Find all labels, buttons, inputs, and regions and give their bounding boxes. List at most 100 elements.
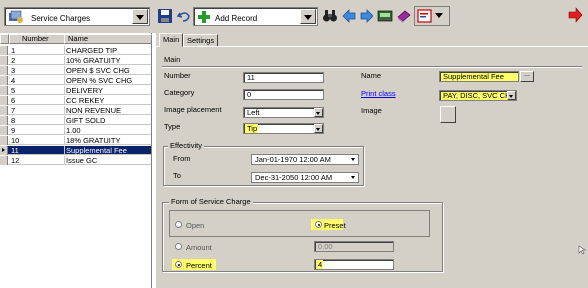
image-placement-label: Image placement xyxy=(164,105,222,114)
percent-field[interactable]: 4 xyxy=(314,259,394,270)
row-indicator xyxy=(0,136,8,145)
forward-arrow-icon[interactable] xyxy=(359,8,375,24)
exit-arrow-icon[interactable] xyxy=(567,7,583,23)
terminal-icon[interactable] xyxy=(377,8,393,24)
add-record-combo[interactable]: Add Record xyxy=(193,7,318,26)
column-separator xyxy=(64,116,65,125)
open-preset-box xyxy=(169,210,430,237)
column-header-number[interactable]: Number xyxy=(9,34,65,44)
open-label: Open xyxy=(186,221,205,230)
print-class-link[interactable]: Print class xyxy=(361,89,396,98)
list-item-number: 5 xyxy=(11,86,16,95)
list-item-name: CC REKEY xyxy=(66,96,105,105)
tab-main[interactable]: Main xyxy=(159,33,184,47)
undo-icon[interactable] xyxy=(176,8,192,24)
list-item-name: CHARGED TIP xyxy=(66,46,118,55)
open-radio[interactable] xyxy=(175,221,182,228)
list-item[interactable]: 5 DELIVERY xyxy=(0,86,151,95)
list-item[interactable]: 9 1.00 xyxy=(0,126,151,135)
row-indicator xyxy=(0,156,8,165)
column-separator xyxy=(64,106,65,115)
category-label: Category xyxy=(164,88,195,97)
name-label: Name xyxy=(361,71,382,80)
print-class-select[interactable]: PAY, DISC, SVC CH xyxy=(439,90,517,101)
report-icon xyxy=(417,9,432,23)
row-indicator xyxy=(0,116,8,125)
list-item[interactable]: 12 Issue GC xyxy=(0,156,151,165)
amount-field[interactable]: 0.00 xyxy=(314,241,394,252)
from-date-picker[interactable]: Jan-01-1970 12:00 AM xyxy=(251,154,359,165)
chevron-down-icon[interactable] xyxy=(314,108,323,117)
back-arrow-icon[interactable] xyxy=(341,8,357,24)
list-item[interactable]: 11 Supplemental Fee xyxy=(0,146,151,155)
type-label: Type xyxy=(164,122,181,131)
list-item-name: NON REVENUE xyxy=(66,106,122,115)
column-separator xyxy=(64,56,65,65)
service-charges-combo[interactable]: Service Charges xyxy=(4,7,150,26)
amount-radio[interactable] xyxy=(175,243,182,250)
list-item[interactable]: 7 NON REVENUE xyxy=(0,106,151,115)
list-item-name: 18% GRATUITY xyxy=(66,136,121,145)
chevron-down-icon[interactable] xyxy=(314,124,323,133)
book-icon[interactable] xyxy=(396,8,412,24)
binoculars-icon[interactable] xyxy=(322,8,338,24)
list-header-indicator xyxy=(0,34,9,44)
resize-arrow-icon xyxy=(578,245,586,255)
list-item[interactable]: 6 CC REKEY xyxy=(0,96,151,105)
type-select[interactable]: Tip xyxy=(243,123,324,134)
column-separator xyxy=(64,96,65,105)
list-item[interactable]: 10 18% GRATUITY xyxy=(0,136,151,145)
category-field[interactable]: 0 xyxy=(243,89,324,100)
service-charge-list: Number Name 1 CHARGED TIP 2 10% GRATUITY 3 OP… xyxy=(0,33,152,288)
list-item-number: 7 xyxy=(11,106,16,115)
row-indicator xyxy=(0,46,8,55)
column-header-name[interactable]: Name xyxy=(64,34,152,44)
list-item[interactable]: 3 OPEN $ SVC CHG xyxy=(0,66,151,75)
preset-label: Preset xyxy=(324,221,346,230)
column-separator xyxy=(64,46,65,55)
list-item-number: 1 xyxy=(11,46,16,55)
list-item-number: 2 xyxy=(11,56,16,65)
amount-label: Amount xyxy=(186,243,212,252)
list-item[interactable]: 4 OPEN % SVC CHG xyxy=(0,76,151,85)
number-field[interactable]: 11 xyxy=(243,72,324,83)
list-item-name: DELIVERY xyxy=(66,86,103,95)
name-browse-button[interactable]: ... xyxy=(520,71,534,82)
detail-pane: Main Settings Main Number 11 Category 0 … xyxy=(156,33,588,288)
list-item-name: GIFT SOLD xyxy=(66,116,106,125)
list-item-name: Supplemental Fee xyxy=(66,146,127,155)
chevron-down-icon[interactable] xyxy=(351,176,355,179)
image-button[interactable] xyxy=(440,106,456,123)
add-record-label: Add Record xyxy=(215,14,258,23)
list-item[interactable]: 1 CHARGED TIP xyxy=(0,46,151,55)
chevron-down-icon[interactable] xyxy=(507,91,516,100)
report-combo[interactable] xyxy=(414,6,450,26)
chevron-down-icon[interactable] xyxy=(432,8,448,24)
row-indicator xyxy=(0,66,8,75)
row-indicator xyxy=(0,76,8,85)
image-placement-select[interactable]: Left xyxy=(243,107,324,118)
section-label-main: Main xyxy=(164,55,181,64)
chevron-down-icon[interactable] xyxy=(300,9,316,24)
section-divider xyxy=(162,66,582,68)
type-value: Tip xyxy=(247,124,258,133)
chevron-down-icon[interactable] xyxy=(132,9,148,24)
name-field[interactable]: Supplemental Fee xyxy=(439,71,519,82)
service-form-title: Form of Service Charge xyxy=(169,197,253,206)
list-item[interactable]: 2 10% GRATUITY xyxy=(0,56,151,65)
list-item-number: 8 xyxy=(11,116,16,125)
column-separator xyxy=(64,66,65,75)
effectivity-title: Effectivity xyxy=(168,141,204,150)
percent-value: 4 xyxy=(318,260,323,269)
column-separator xyxy=(64,86,65,95)
preset-radio[interactable] xyxy=(315,221,322,228)
to-date-picker[interactable]: Dec-31-2050 12:00 AM xyxy=(251,172,359,183)
list-item-name: 1.00 xyxy=(66,126,81,135)
service-charges-label: Service Charges xyxy=(31,14,91,23)
column-separator xyxy=(64,156,65,165)
list-item-name: Issue GC xyxy=(66,156,98,165)
chevron-down-icon[interactable] xyxy=(351,158,355,161)
list-item[interactable]: 8 GIFT SOLD xyxy=(0,116,151,125)
percent-radio[interactable] xyxy=(175,261,182,268)
save-icon[interactable] xyxy=(157,8,173,24)
